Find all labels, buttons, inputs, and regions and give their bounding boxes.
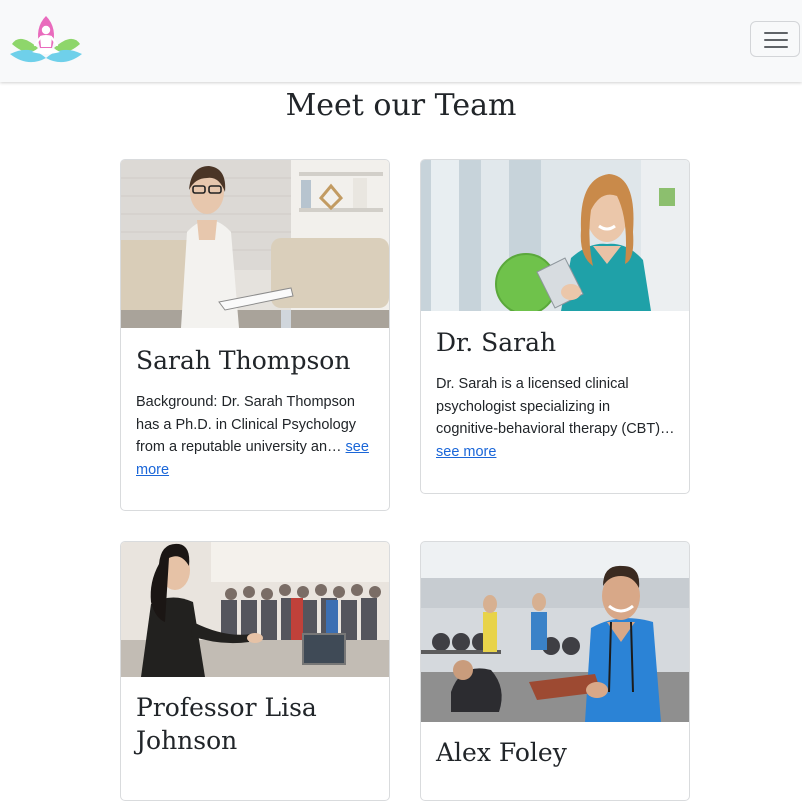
team-member-name: Sarah Thompson (136, 346, 351, 375)
see-more-link[interactable]: see more (436, 444, 496, 460)
therapist-photo (121, 160, 389, 328)
navbar (0, 0, 802, 82)
team-member-name: Professor Lisa Johnson (136, 693, 317, 755)
gym-trainer-photo (421, 542, 689, 722)
team-card: Alex Foley (420, 541, 690, 801)
lecture-photo (121, 542, 389, 677)
menu-toggle-button[interactable] (750, 21, 800, 57)
lotus-logo-icon[interactable] (8, 14, 84, 66)
team-member-name: Dr. Sarah (436, 328, 557, 357)
team-card: Sarah Thompson Background: Dr. Sarah Tho… (120, 159, 390, 511)
page-title: Meet our Team (285, 88, 517, 123)
team-card: Professor Lisa Johnson (120, 541, 390, 801)
doctor-photo (421, 160, 689, 311)
team-member-name: Alex Foley (436, 738, 567, 767)
team-member-bio: Background: Dr. Sarah Thompson has a Ph.… (136, 391, 376, 481)
bio-text: Dr. Sarah is a licensed clinical psychol… (436, 376, 675, 437)
bio-text: Background: Dr. Sarah Thompson has a Ph.… (136, 394, 357, 455)
team-member-bio: Dr. Sarah is a licensed clinical psychol… (436, 373, 676, 463)
team-card: Dr. Sarah Dr. Sarah is a licensed clinic… (420, 159, 690, 494)
